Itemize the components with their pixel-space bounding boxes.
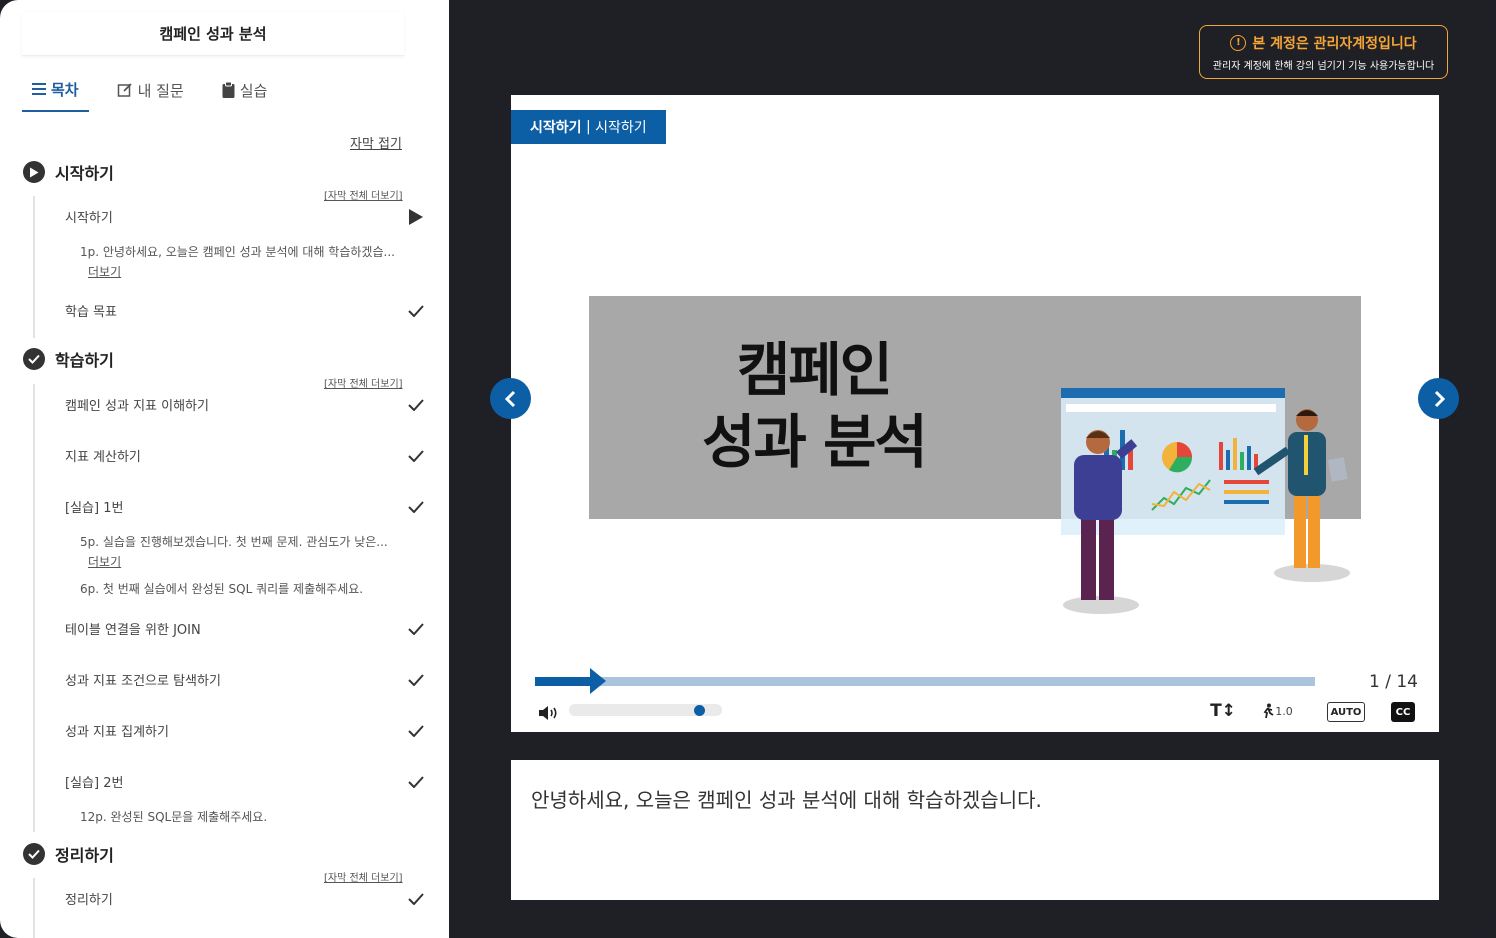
more-all-subtitles-link[interactable]: [자막 전체 더보기] bbox=[324, 187, 403, 202]
lesson-item[interactable]: [실습] 1번 bbox=[65, 497, 425, 516]
sidebar-tabs: 목차 내 질문 실습 bbox=[22, 72, 295, 112]
running-person-icon bbox=[1263, 703, 1274, 719]
subtitle-snippet: 12p. 완성된 SQL문을 제출해주세요. bbox=[80, 810, 268, 824]
progress-handle[interactable] bbox=[590, 668, 606, 694]
info-icon: ! bbox=[1230, 34, 1247, 51]
check-circle-icon bbox=[23, 348, 45, 370]
check-icon bbox=[407, 302, 425, 320]
subtitle-snippet: 5p. 실습을 진행해보겠습니다. 첫 번째 문제. 관심도가 낮은... bbox=[80, 535, 388, 549]
check-icon bbox=[407, 890, 425, 908]
lesson-item[interactable]: [실습] 2번 bbox=[65, 772, 425, 791]
more-all-subtitles-link[interactable]: [자막 전체 더보기] bbox=[324, 869, 403, 884]
lesson-item[interactable]: 지표 계산하기 bbox=[65, 446, 425, 465]
section-title: 정리하기 bbox=[55, 846, 114, 865]
timeline-line bbox=[33, 878, 35, 938]
chapter-tag: 시작하기 | 시작하기 bbox=[511, 110, 666, 144]
lesson-item[interactable]: 시작하기 bbox=[65, 207, 425, 226]
collapse-subtitles-link[interactable]: 자막 접기 bbox=[350, 133, 402, 152]
chevron-left-icon bbox=[504, 390, 515, 407]
next-page-button[interactable] bbox=[1418, 378, 1459, 419]
check-icon bbox=[407, 396, 425, 414]
sidebar: 캠페인 성과 분석 목차 내 질문 실습 자막 접기 시작하기 [자막 전체 더… bbox=[0, 0, 449, 938]
subtitle-snippet: 6p. 첫 번째 실습에서 완성된 SQL 쿼리를 제출해주세요. bbox=[80, 582, 364, 596]
check-icon bbox=[407, 620, 425, 638]
lesson-item[interactable]: 테이블 연결을 위한 JOIN bbox=[65, 619, 425, 638]
subtitle-more-link[interactable]: 더보기 bbox=[88, 553, 121, 570]
play-icon[interactable] bbox=[407, 208, 425, 226]
video-player: 시작하기 | 시작하기 캠페인 성과 분석 1 / 14 T↕ 1.0 AUTO… bbox=[511, 95, 1439, 732]
auto-play-button[interactable]: AUTO bbox=[1327, 702, 1365, 722]
check-circle-icon bbox=[23, 843, 45, 865]
check-icon bbox=[407, 722, 425, 740]
clipboard-icon bbox=[222, 82, 235, 98]
subtitle-more-link[interactable]: 더보기 bbox=[88, 263, 121, 280]
section-title: 학습하기 bbox=[55, 351, 114, 370]
list-icon bbox=[32, 83, 46, 95]
closed-caption-button[interactable]: CC bbox=[1391, 702, 1415, 722]
lesson-item[interactable]: 캠페인 성과 지표 이해하기 bbox=[65, 395, 425, 414]
section-wrapup[interactable]: 정리하기 bbox=[23, 842, 114, 866]
timeline-line bbox=[33, 196, 35, 338]
tab-my-questions[interactable]: 내 질문 bbox=[107, 72, 194, 108]
tab-toc[interactable]: 목차 bbox=[22, 72, 89, 112]
volume-slider[interactable] bbox=[569, 704, 722, 716]
page-counter: 1 / 14 bbox=[1369, 672, 1418, 692]
check-icon bbox=[407, 498, 425, 516]
check-icon bbox=[407, 773, 425, 791]
tab-toc-label: 목차 bbox=[51, 80, 79, 99]
app-window: 캠페인 성과 분석 목차 내 질문 실습 자막 접기 시작하기 [자막 전체 더… bbox=[0, 0, 1496, 938]
text-size-button[interactable]: T↕ bbox=[1210, 699, 1236, 723]
check-icon bbox=[407, 671, 425, 689]
analytics-illustration bbox=[1061, 388, 1350, 614]
lesson-item[interactable]: 성과 지표 집계하기 bbox=[65, 721, 425, 740]
subtitle-snippet: 1p. 안녕하세요, 오늘은 캠페인 성과 분석에 대해 학습하겠습... bbox=[80, 245, 395, 259]
lesson-item[interactable]: 정리하기 bbox=[65, 889, 425, 908]
section-learn[interactable]: 학습하기 bbox=[23, 347, 114, 371]
section-start[interactable]: 시작하기 bbox=[23, 160, 114, 184]
check-icon bbox=[407, 447, 425, 465]
caption-box: 안녕하세요, 오늘은 캠페인 성과 분석에 대해 학습하겠습니다. bbox=[511, 760, 1439, 900]
play-circle-icon bbox=[23, 161, 45, 183]
progress-bar[interactable] bbox=[535, 668, 1315, 694]
caption-text: 안녕하세요, 오늘은 캠페인 성과 분석에 대해 학습하겠습니다. bbox=[531, 788, 1042, 812]
tab-my-questions-label: 내 질문 bbox=[137, 81, 184, 100]
lesson-item[interactable]: 학습 목표 bbox=[65, 301, 425, 320]
volume-icon[interactable] bbox=[538, 704, 560, 722]
course-title: 캠페인 성과 분석 bbox=[22, 12, 404, 56]
admin-notice-subtitle: 관리자 계정에 한해 강의 넘기기 기능 사용가능합니다 bbox=[1212, 60, 1435, 72]
tab-practice-label: 실습 bbox=[239, 81, 268, 100]
edit-icon bbox=[117, 82, 133, 98]
admin-notice-title: 본 계정은 관리자계정입니다 bbox=[1252, 35, 1417, 52]
more-all-subtitles-link[interactable]: [자막 전체 더보기] bbox=[324, 375, 403, 390]
tab-practice[interactable]: 실습 bbox=[212, 72, 278, 108]
previous-page-button[interactable] bbox=[490, 378, 531, 419]
chevron-right-icon bbox=[1434, 390, 1445, 407]
admin-notice: ! 본 계정은 관리자계정입니다 관리자 계정에 한해 강의 넘기기 기능 사용… bbox=[1199, 25, 1448, 79]
section-title: 시작하기 bbox=[55, 164, 114, 183]
lesson-item[interactable]: 성과 지표 조건으로 탐색하기 bbox=[65, 670, 425, 689]
timeline-line bbox=[33, 384, 35, 832]
slide-title: 캠페인 성과 분석 bbox=[702, 336, 928, 476]
progress-fill bbox=[535, 677, 590, 686]
volume-knob[interactable] bbox=[694, 705, 705, 716]
playback-speed-button[interactable]: 1.0 bbox=[1259, 699, 1295, 723]
